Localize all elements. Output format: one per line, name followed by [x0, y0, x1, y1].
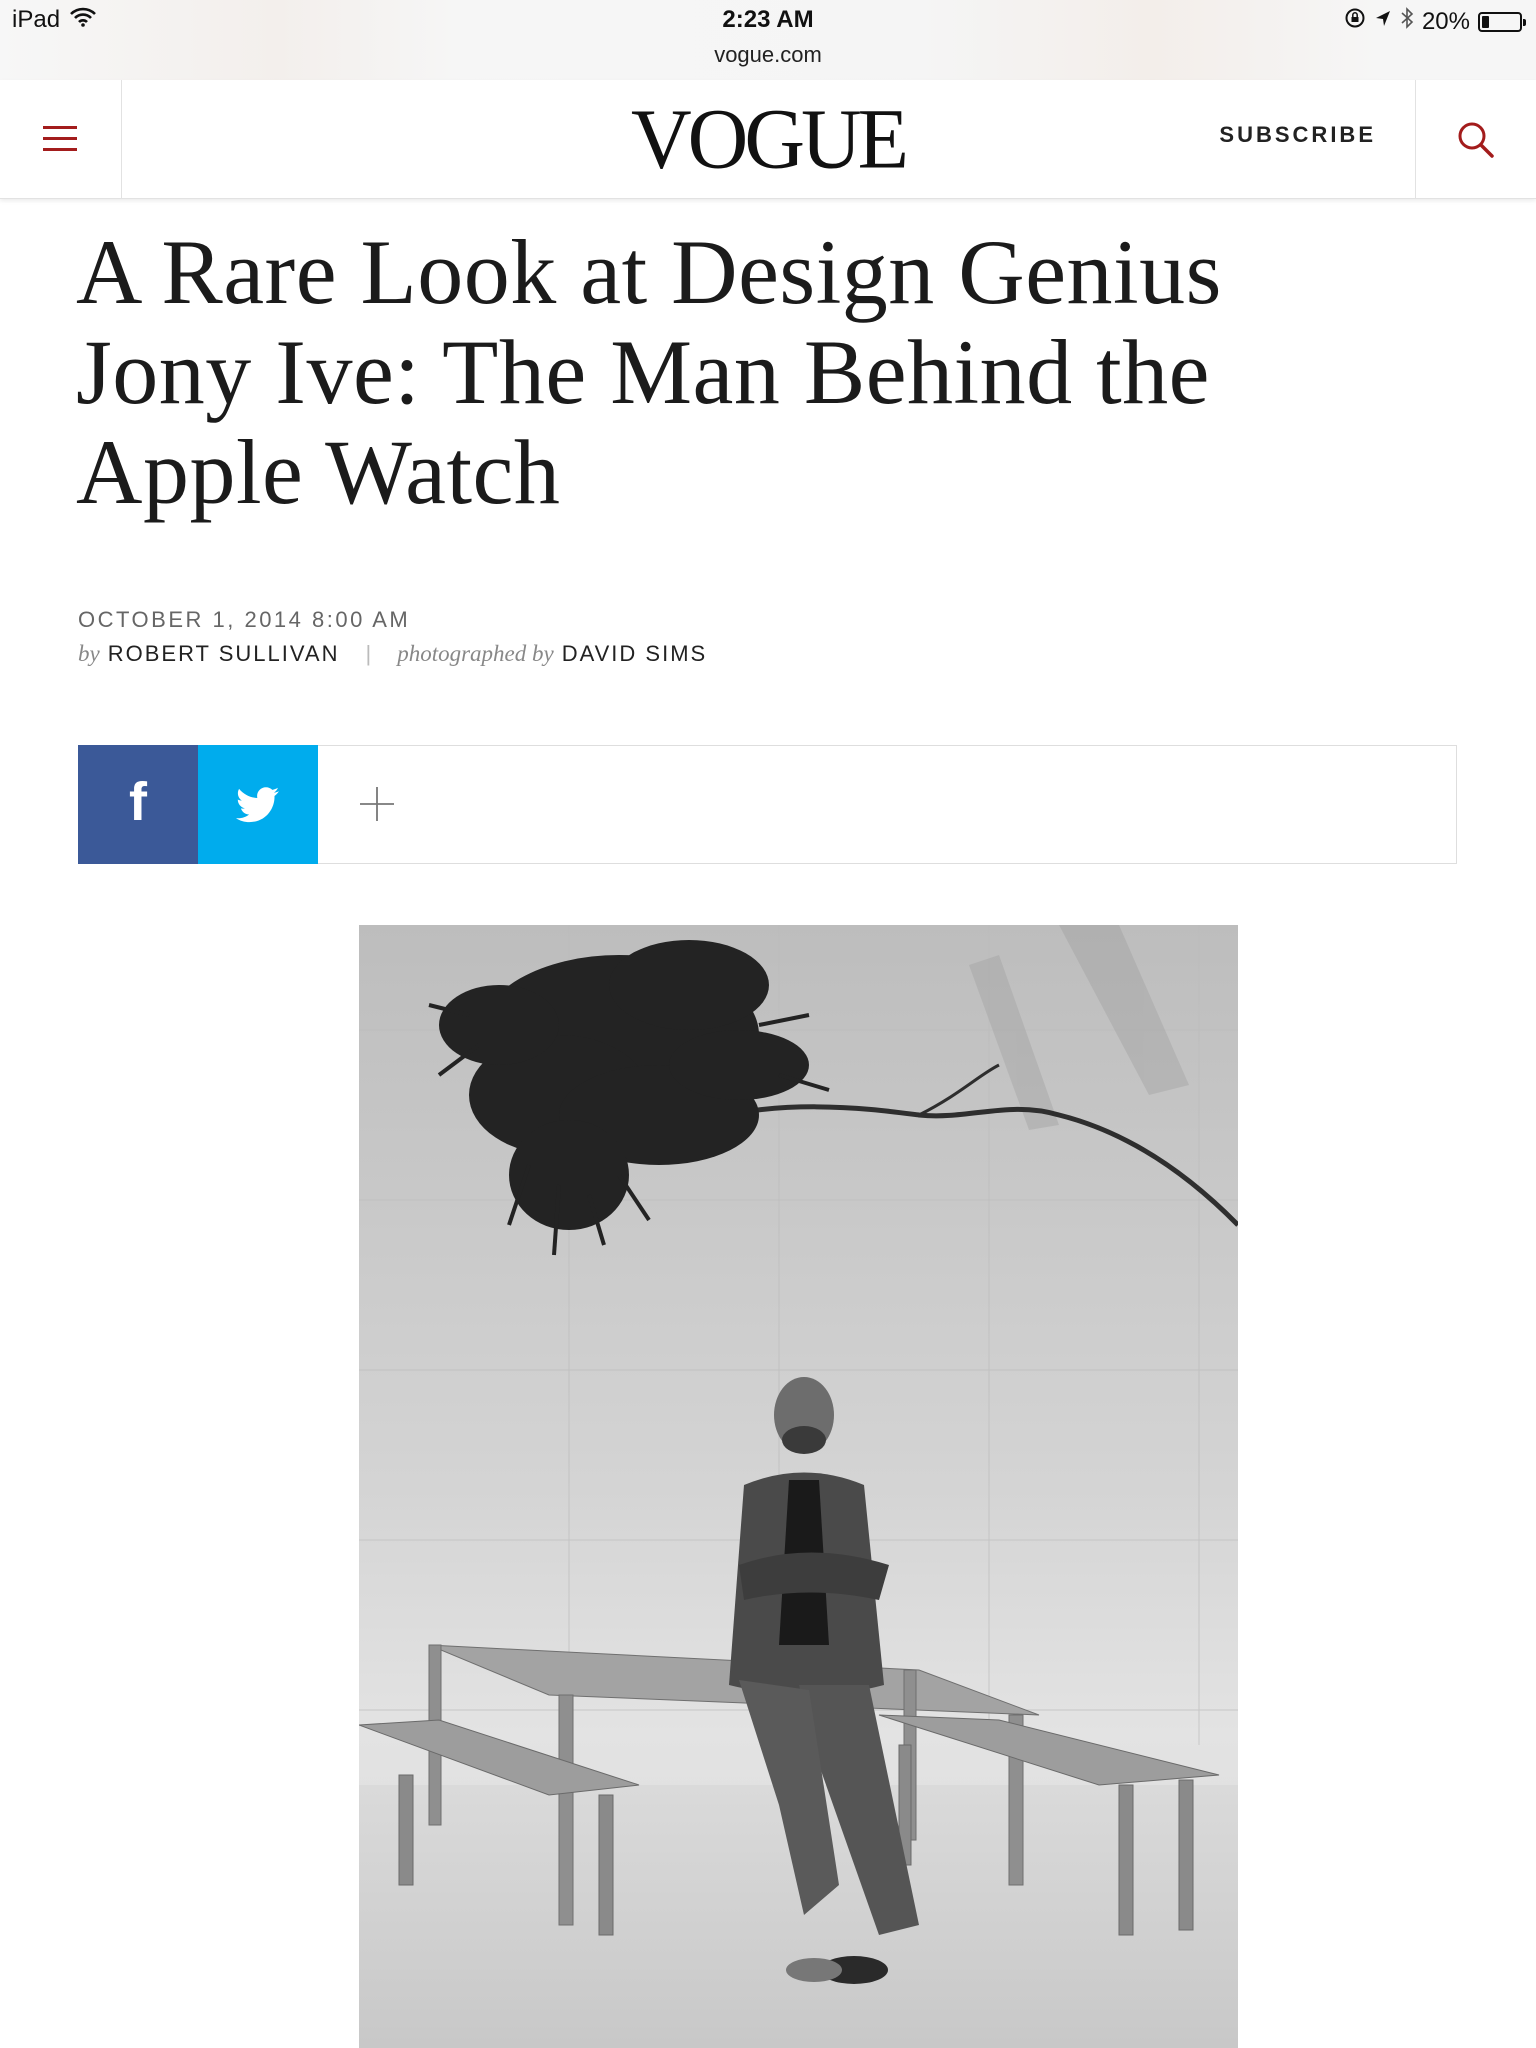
by-label: by — [78, 641, 100, 666]
publish-date: OCTOBER 1, 2014 8:00 AM — [78, 607, 411, 632]
address-url[interactable]: vogue.com — [0, 42, 1536, 68]
twitter-icon — [236, 787, 279, 823]
bluetooth-icon — [1400, 6, 1414, 37]
share-bar: f — [78, 745, 1457, 864]
share-twitter-button[interactable] — [198, 745, 318, 864]
battery-fill — [1482, 15, 1489, 28]
author-link[interactable]: ROBERT SULLIVAN — [108, 641, 340, 667]
search-icon — [1458, 122, 1494, 158]
share-facebook-button[interactable]: f — [78, 745, 198, 864]
article-title-line: Apple Watch — [76, 421, 561, 523]
byline: by ROBERT SULLIVAN | photographed by DAV… — [78, 641, 707, 667]
search-button[interactable] — [1415, 80, 1536, 198]
photographer-link[interactable]: DAVID SIMS — [562, 641, 708, 667]
plus-icon — [360, 787, 394, 821]
article-title: A Rare Look at Design Genius Jony Ive: T… — [76, 222, 1416, 522]
status-right: 20% — [1344, 6, 1526, 37]
article-title-line: A Rare Look at Design Genius — [76, 221, 1222, 323]
facebook-icon: f — [129, 772, 147, 832]
hero-photo — [359, 925, 1238, 2048]
subscribe-link[interactable]: SUBSCRIBE — [1219, 122, 1376, 148]
location-arrow-icon — [1374, 8, 1392, 36]
orientation-lock-icon — [1344, 7, 1366, 36]
photographed-by-label: photographed by — [397, 641, 554, 666]
share-more-button[interactable] — [318, 745, 438, 864]
status-bar: iPad 2:23 AM vogue.com 20% — [0, 0, 1536, 81]
article-title-line: Jony Ive: The Man Behind the — [76, 321, 1210, 423]
hero-photo-image — [359, 925, 1238, 2048]
battery-percent: 20% — [1421, 7, 1470, 35]
clock: 2:23 AM — [722, 6, 814, 33]
byline-separator: | — [365, 641, 372, 666]
battery-icon — [1478, 11, 1526, 32]
site-header: VOGUE SUBSCRIBE — [0, 80, 1536, 199]
